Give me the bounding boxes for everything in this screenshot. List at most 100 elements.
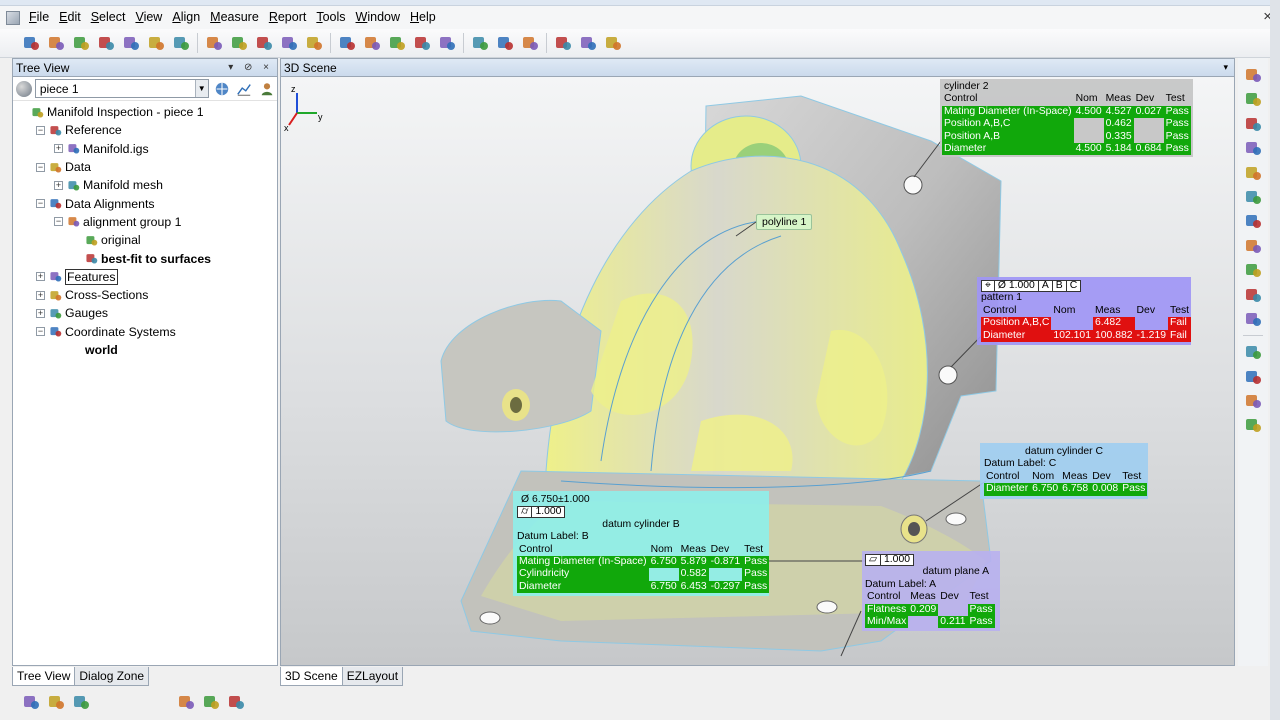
menu-file[interactable]: File [24, 6, 54, 29]
piece-select[interactable]: piece 1 ▼ [34, 79, 209, 98]
tree-item[interactable]: + Gauges [13, 304, 277, 322]
document-icon[interactable] [45, 691, 67, 713]
feature-control-frame: ⌭ 1.000 [517, 506, 566, 519]
tab-3d-scene[interactable]: 3D Scene [280, 667, 343, 686]
collapse-icon[interactable]: − [36, 162, 45, 172]
axis-icon[interactable] [303, 32, 325, 54]
settings-icon[interactable] [120, 32, 142, 54]
tree-item[interactable]: best-fit to surfaces [13, 249, 277, 267]
display-active-icon[interactable] [1242, 259, 1264, 281]
tab-ezlayout[interactable]: EZLayout [341, 667, 404, 686]
collapse-icon[interactable]: − [54, 217, 63, 227]
ruler-icon[interactable] [469, 32, 491, 54]
polyline-label[interactable]: polyline 1 [756, 214, 813, 230]
color-icon[interactable] [1242, 284, 1264, 306]
edit-icon[interactable] [203, 32, 225, 54]
table-row: Position A,B,C 0.462 Pass [942, 118, 1191, 131]
globe-tool-icon[interactable] [212, 80, 232, 98]
refresh-icon[interactable] [200, 691, 222, 713]
save-icon[interactable] [70, 32, 92, 54]
menu-window[interactable]: Window [351, 6, 405, 29]
tree-item[interactable]: world [13, 341, 277, 359]
collapse-icon[interactable]: − [36, 327, 45, 337]
chart-tool-icon[interactable] [234, 80, 254, 98]
callout-pattern-1[interactable]: ⌖ Ø 1.000 A B C pattern 1 Control Nom Meas Dev T… [977, 277, 1192, 346]
camera-icon[interactable] [577, 32, 599, 54]
color-map-icon[interactable] [278, 32, 300, 54]
tripod-icon[interactable] [519, 32, 541, 54]
tree-item[interactable]: − Reference [13, 121, 277, 139]
menu-help[interactable]: Help [405, 6, 441, 29]
view-icon[interactable] [1242, 186, 1264, 208]
redo-icon[interactable] [145, 32, 167, 54]
expand-icon[interactable]: + [54, 144, 63, 154]
table-cell: Diameter [984, 483, 1031, 496]
filter-icon[interactable] [20, 691, 42, 713]
collapse-icon[interactable]: − [36, 199, 45, 209]
expand-icon[interactable]: + [54, 180, 63, 190]
cube-icon[interactable] [336, 32, 358, 54]
binary-icon[interactable] [253, 32, 275, 54]
tab-tree-view[interactable]: Tree View [12, 667, 76, 686]
expand-icon[interactable]: + [36, 272, 45, 282]
scene-menu-icon[interactable]: ▾ [1223, 62, 1228, 73]
properties-icon[interactable] [170, 32, 192, 54]
expand-icon[interactable]: + [36, 290, 45, 300]
tab-dialog-zone[interactable]: Dialog Zone [74, 667, 150, 686]
probe-icon[interactable] [361, 32, 383, 54]
flag-icon[interactable] [1242, 390, 1264, 412]
floor-icon[interactable] [1242, 113, 1264, 135]
callout-datum-plane-a[interactable]: ⏥ 1.000 datum plane A Datum Label: A Cont… [862, 551, 1000, 632]
tree-item[interactable]: − Coordinate Systems [13, 323, 277, 341]
tree-item[interactable]: + Manifold mesh [13, 176, 277, 194]
tree-item[interactable]: + Manifold.igs [13, 140, 277, 158]
3d-viewport[interactable]: z y x polyline 1 cylinder 2 Control Nom … [281, 77, 1234, 665]
menu-edit[interactable]: Edit [54, 6, 86, 29]
tree-item[interactable]: − Data Alignments [13, 194, 277, 212]
menu-report[interactable]: Report [264, 6, 312, 29]
group-icon[interactable] [175, 691, 197, 713]
brush-icon[interactable] [228, 32, 250, 54]
tree-item[interactable]: − alignment group 1 [13, 213, 277, 231]
fcf-cell: ⌭ [518, 507, 533, 518]
surfaces-icon[interactable] [386, 32, 408, 54]
menu-select[interactable]: Select [86, 6, 131, 29]
tree-item[interactable]: Manifold Inspection - piece 1 [13, 103, 277, 121]
menu-tools[interactable]: Tools [311, 6, 350, 29]
monitor-icon[interactable] [1242, 235, 1264, 257]
new-file-icon[interactable] [20, 32, 42, 54]
layout-icon[interactable] [602, 32, 624, 54]
menu-view[interactable]: View [130, 6, 167, 29]
panel-header-buttons[interactable]: ▾ ⊘ × [228, 62, 273, 73]
grid-icon[interactable] [552, 32, 574, 54]
annotate-icon[interactable] [1242, 414, 1264, 436]
gauge-icon[interactable] [494, 32, 516, 54]
zoom-fit-icon[interactable] [1242, 162, 1264, 184]
chevron-down-icon[interactable]: ▼ [194, 80, 208, 97]
collapse-icon[interactable]: − [36, 125, 45, 135]
menu-measure[interactable]: Measure [205, 6, 264, 29]
open-folder-icon[interactable] [45, 32, 67, 54]
tree-item[interactable]: − Data [13, 158, 277, 176]
zoom-in-icon[interactable] [1242, 137, 1264, 159]
tree-item[interactable]: + Cross-Sections [13, 286, 277, 304]
menu-align[interactable]: Align [167, 6, 205, 29]
tree-item[interactable]: original [13, 231, 277, 249]
undo-icon[interactable] [95, 32, 117, 54]
nodes-icon[interactable] [436, 32, 458, 54]
callout-datum-cylinder-b[interactable]: Ø 6.750±1.000 ⌭ 1.000 datum cylinder B Da… [513, 491, 770, 597]
bucket-icon[interactable] [1242, 366, 1264, 388]
select-icon[interactable] [1242, 64, 1264, 86]
callout-cylinder-2[interactable]: cylinder 2 Control Nom Meas Dev Test Mating D… [940, 79, 1193, 158]
probe-icon[interactable] [1242, 341, 1264, 363]
expand-icon[interactable]: + [36, 308, 45, 318]
cube-view-icon[interactable] [1242, 210, 1264, 232]
user-tool-icon[interactable] [257, 80, 277, 98]
callout-datum-cylinder-c[interactable]: datum cylinder C Datum Label: C Control N… [980, 443, 1148, 499]
tree-item[interactable]: + Features [13, 268, 277, 286]
palette-icon[interactable] [1242, 308, 1264, 330]
cut-icon[interactable] [411, 32, 433, 54]
table-icon[interactable] [70, 691, 92, 713]
pointer-icon[interactable] [225, 691, 247, 713]
pointer-icon[interactable] [1242, 88, 1264, 110]
